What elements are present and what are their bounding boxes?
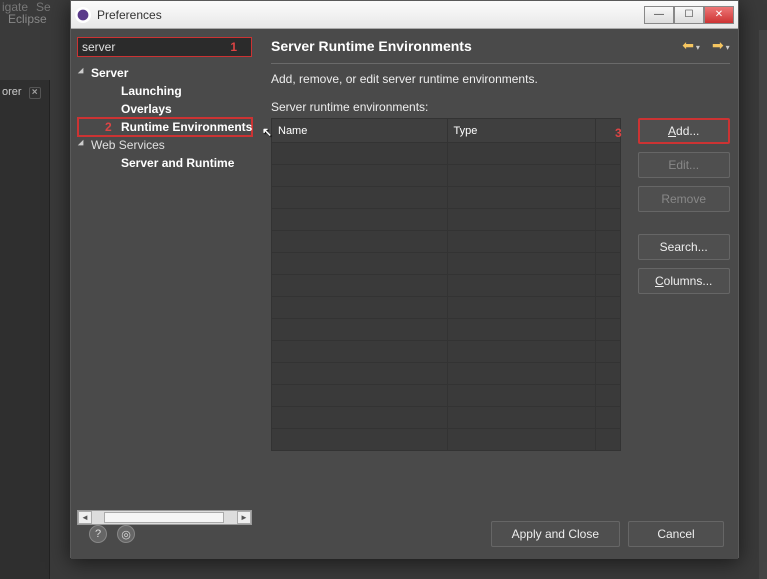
table-row[interactable] bbox=[272, 143, 621, 165]
expand-icon[interactable] bbox=[78, 68, 86, 76]
cursor-icon: ↖ bbox=[262, 125, 272, 139]
content-panel: Server Runtime Environments ⬅▾ ➡▾ Add, r… bbox=[261, 29, 742, 527]
titlebar: Preferences — ☐ ✕ bbox=[71, 1, 738, 29]
close-icon[interactable]: × bbox=[29, 87, 41, 99]
table-row[interactable] bbox=[272, 363, 621, 385]
runtime-table-wrap: Name Type bbox=[271, 118, 621, 451]
table-row[interactable] bbox=[272, 319, 621, 341]
table-row[interactable] bbox=[272, 275, 621, 297]
close-button[interactable]: ✕ bbox=[704, 6, 734, 24]
table-row[interactable] bbox=[272, 429, 621, 451]
table-row[interactable] bbox=[272, 407, 621, 429]
import-export-icon[interactable]: ◎ bbox=[117, 525, 135, 543]
scroll-right-icon[interactable]: ► bbox=[237, 511, 251, 524]
search-button[interactable]: Search... bbox=[638, 234, 730, 260]
apply-and-close-button[interactable]: Apply and Close bbox=[491, 521, 620, 547]
bg-explorer-panel: orer × bbox=[0, 80, 50, 579]
annotation-2: 2 bbox=[105, 120, 112, 134]
eclipse-icon bbox=[75, 7, 91, 23]
edit-button: Edit... bbox=[638, 152, 730, 178]
bg-rightbar bbox=[759, 30, 767, 579]
remove-button: Remove bbox=[638, 186, 730, 212]
tree-node-server[interactable]: Server bbox=[77, 64, 255, 82]
h-scrollbar[interactable]: ◄ ► bbox=[77, 510, 252, 525]
tree-node-runtime-environments[interactable]: 2 Runtime Environments ↖ bbox=[77, 117, 253, 137]
cancel-button[interactable]: Cancel bbox=[628, 521, 724, 547]
list-label: Server runtime environments: bbox=[271, 100, 730, 114]
page-description: Add, remove, or edit server runtime envi… bbox=[271, 72, 730, 86]
table-row[interactable] bbox=[272, 209, 621, 231]
nav-forward[interactable]: ➡▾ bbox=[712, 37, 730, 55]
tree-label: Runtime Environments bbox=[121, 120, 252, 134]
tree-label: Web Services bbox=[91, 138, 165, 152]
divider bbox=[271, 63, 730, 64]
dialog-footer: ? ◎ Apply and Close Cancel bbox=[71, 527, 738, 559]
dialog-title: Preferences bbox=[97, 8, 644, 22]
table-row[interactable] bbox=[272, 253, 621, 275]
col-name[interactable]: Name bbox=[272, 119, 448, 143]
tree-node-overlays[interactable]: Overlays bbox=[77, 100, 255, 118]
page-title: Server Runtime Environments bbox=[271, 38, 682, 54]
columns-button[interactable]: Columns... bbox=[638, 268, 730, 294]
preference-tree[interactable]: Server Launching Overlays 2 Runtime Envi… bbox=[77, 61, 255, 506]
bg-explorer-label: orer bbox=[2, 86, 22, 98]
table-row[interactable] bbox=[272, 165, 621, 187]
scroll-track[interactable] bbox=[92, 511, 237, 524]
table-row[interactable] bbox=[272, 385, 621, 407]
filter-tree-panel: 1 Server Launching Overlays 2 Runtime En… bbox=[71, 29, 261, 527]
tree-node-web-services[interactable]: Web Services bbox=[77, 136, 255, 154]
table-row[interactable] bbox=[272, 231, 621, 253]
filter-input[interactable] bbox=[77, 37, 252, 57]
tree-node-server-and-runtime[interactable]: Server and Runtime bbox=[77, 154, 255, 172]
table-row[interactable] bbox=[272, 341, 621, 363]
help-icon[interactable]: ? bbox=[89, 525, 107, 543]
scroll-thumb[interactable] bbox=[104, 512, 224, 523]
tree-node-launching[interactable]: Launching bbox=[77, 82, 255, 100]
scroll-left-icon[interactable]: ◄ bbox=[78, 511, 92, 524]
table-row[interactable] bbox=[272, 297, 621, 319]
table-row[interactable] bbox=[272, 187, 621, 209]
runtime-table[interactable]: Name Type bbox=[271, 118, 621, 451]
tree-label: Server bbox=[91, 66, 128, 80]
annotation-1: 1 bbox=[230, 40, 237, 54]
col-type[interactable]: Type bbox=[447, 119, 595, 143]
add-button[interactable]: Add... bbox=[638, 118, 730, 144]
expand-icon[interactable] bbox=[78, 140, 86, 148]
preferences-dialog: Preferences — ☐ ✕ 1 Server Launching Ove… bbox=[70, 0, 739, 558]
nav-back[interactable]: ⬅▾ bbox=[682, 37, 700, 55]
minimize-button[interactable]: — bbox=[644, 6, 674, 24]
bg-app-title: Eclipse bbox=[8, 12, 47, 26]
maximize-button[interactable]: ☐ bbox=[674, 6, 704, 24]
annotation-3: 3 bbox=[615, 126, 622, 140]
